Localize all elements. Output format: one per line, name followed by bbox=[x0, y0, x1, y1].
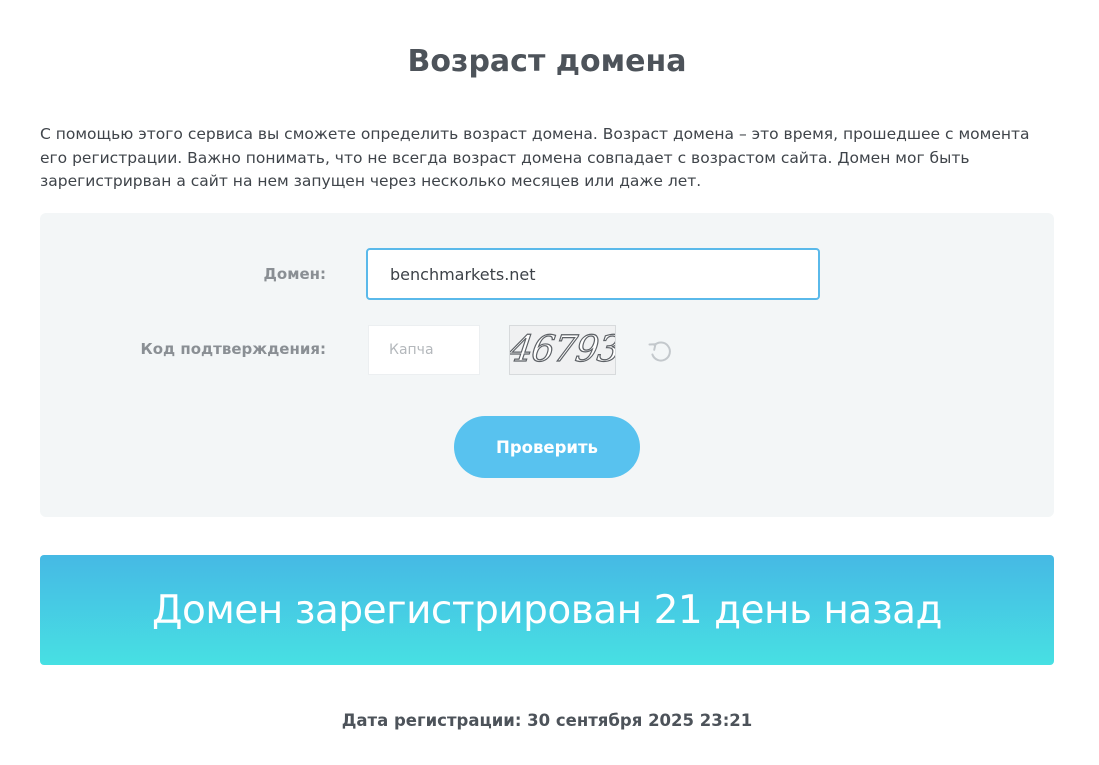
domain-age-form: Домен: Код подтверждения: 46793 Проверит… bbox=[40, 213, 1054, 517]
captcha-label: Код подтверждения: bbox=[140, 340, 326, 358]
check-button[interactable]: Проверить bbox=[454, 416, 640, 478]
result-banner: Домен зарегистрирован 21 день назад bbox=[40, 555, 1054, 665]
page-description: С помощью этого сервиса вы сможете опред… bbox=[40, 125, 1030, 190]
registration-date: Дата регистрации: 30 сентября 2025 23:21 bbox=[341, 711, 753, 730]
captcha-image-text: 46793 bbox=[509, 328, 616, 370]
page-title: Возраст домена bbox=[407, 44, 687, 79]
result-message: Домен зарегистрирован 21 день назад bbox=[152, 587, 942, 633]
domain-input[interactable] bbox=[366, 248, 820, 300]
captcha-input[interactable] bbox=[368, 325, 480, 375]
refresh-icon[interactable] bbox=[645, 336, 675, 366]
captcha-image: 46793 bbox=[509, 325, 616, 375]
domain-label: Домен: bbox=[263, 265, 326, 283]
